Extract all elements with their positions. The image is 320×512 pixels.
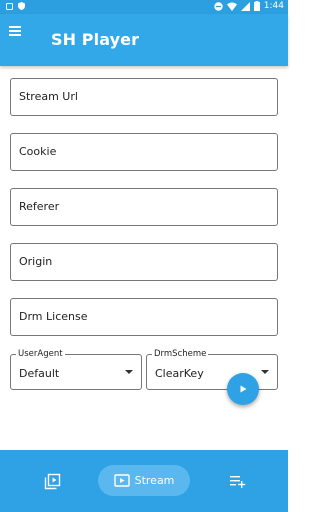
- battery-icon: [253, 1, 260, 11]
- stream-icon: [113, 474, 130, 487]
- nav-playlist-add[interactable]: [225, 470, 249, 492]
- shield-icon: [18, 2, 25, 10]
- status-bar: 1:44: [0, 0, 288, 14]
- menu-icon: [9, 26, 27, 36]
- dropdown-arrow-icon: [261, 370, 269, 374]
- video-library-icon: [44, 473, 60, 489]
- drm-license-field[interactable]: Drm License: [10, 298, 278, 336]
- wifi-icon: [226, 2, 237, 11]
- stream-url-hint: Stream Url: [19, 90, 78, 103]
- user-agent-select[interactable]: UserAgent Default: [10, 349, 142, 390]
- play-icon: [240, 385, 247, 393]
- play-button[interactable]: [227, 373, 259, 405]
- playlist-add-icon: [229, 476, 245, 488]
- cookie-field[interactable]: Cookie: [10, 133, 278, 171]
- origin-field[interactable]: Origin: [10, 243, 278, 281]
- nav-stream-label: Stream: [134, 474, 175, 487]
- user-agent-caption: UserAgent: [16, 349, 65, 359]
- origin-hint: Origin: [19, 255, 53, 268]
- menu-button[interactable]: [9, 24, 27, 40]
- status-right-icons: 1:44: [214, 1, 284, 11]
- signal-icon: [240, 1, 250, 11]
- status-left-icons: [6, 2, 25, 10]
- notification-box-icon: [6, 2, 13, 10]
- nav-stream[interactable]: Stream: [98, 465, 190, 496]
- do-not-disturb-icon: [214, 1, 223, 11]
- user-agent-value: Default: [19, 367, 60, 380]
- nav-library[interactable]: [40, 470, 64, 492]
- referer-hint: Referer: [19, 200, 60, 213]
- drm-license-hint: Drm License: [19, 310, 88, 323]
- cookie-hint: Cookie: [19, 145, 57, 158]
- stream-url-field[interactable]: Stream Url: [10, 78, 278, 116]
- bottom-navigation: Stream: [0, 450, 288, 512]
- drm-scheme-value: ClearKey: [155, 367, 204, 380]
- referer-field[interactable]: Referer: [10, 188, 278, 226]
- page-title: SH Player: [51, 30, 140, 49]
- status-time: 1:44: [263, 1, 284, 11]
- app-bar: SH Player: [0, 14, 288, 66]
- dropdown-arrow-icon: [125, 370, 133, 374]
- drm-scheme-caption: DrmScheme: [152, 349, 209, 359]
